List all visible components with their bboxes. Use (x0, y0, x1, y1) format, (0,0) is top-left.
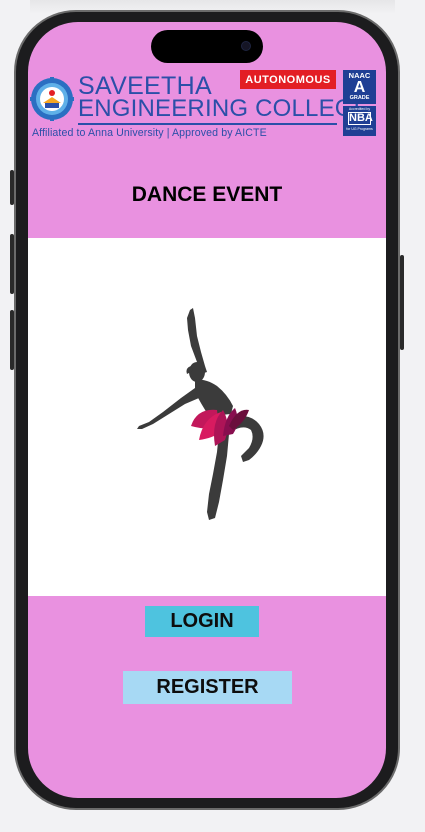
college-logo-banner: SAVEETHA ENGINEERING COLLEGE Affiliated … (28, 66, 386, 144)
divider (78, 123, 337, 125)
register-button[interactable]: REGISTER (123, 671, 292, 704)
college-tagline: Affiliated to Anna University | Approved… (32, 127, 267, 139)
login-button[interactable]: LOGIN (145, 606, 259, 637)
college-emblem-icon (30, 77, 74, 121)
college-name-line2: ENGINEERING COLLEGE (78, 95, 370, 122)
naac-grade-label: GRADE (349, 95, 370, 101)
nba-programs-label: for UG Programs (346, 127, 373, 131)
autonomous-badge: AUTONOMOUS (240, 70, 336, 89)
phone-screen: SAVEETHA ENGINEERING COLLEGE Affiliated … (28, 22, 386, 798)
ballerina-dancer-icon (137, 308, 264, 520)
dynamic-island (151, 30, 263, 63)
camera-icon (241, 41, 251, 51)
naac-grade: A (353, 79, 366, 96)
power-button (400, 255, 404, 350)
page-title: DANCE EVENT (131, 183, 283, 206)
nba-mark: NBA (348, 112, 373, 125)
hero-image-panel (28, 238, 386, 596)
nba-accreditation-badge: Accredited by NBA for UG Programs (343, 106, 376, 136)
naac-grade-badge: NAAC A GRADE (343, 70, 376, 104)
